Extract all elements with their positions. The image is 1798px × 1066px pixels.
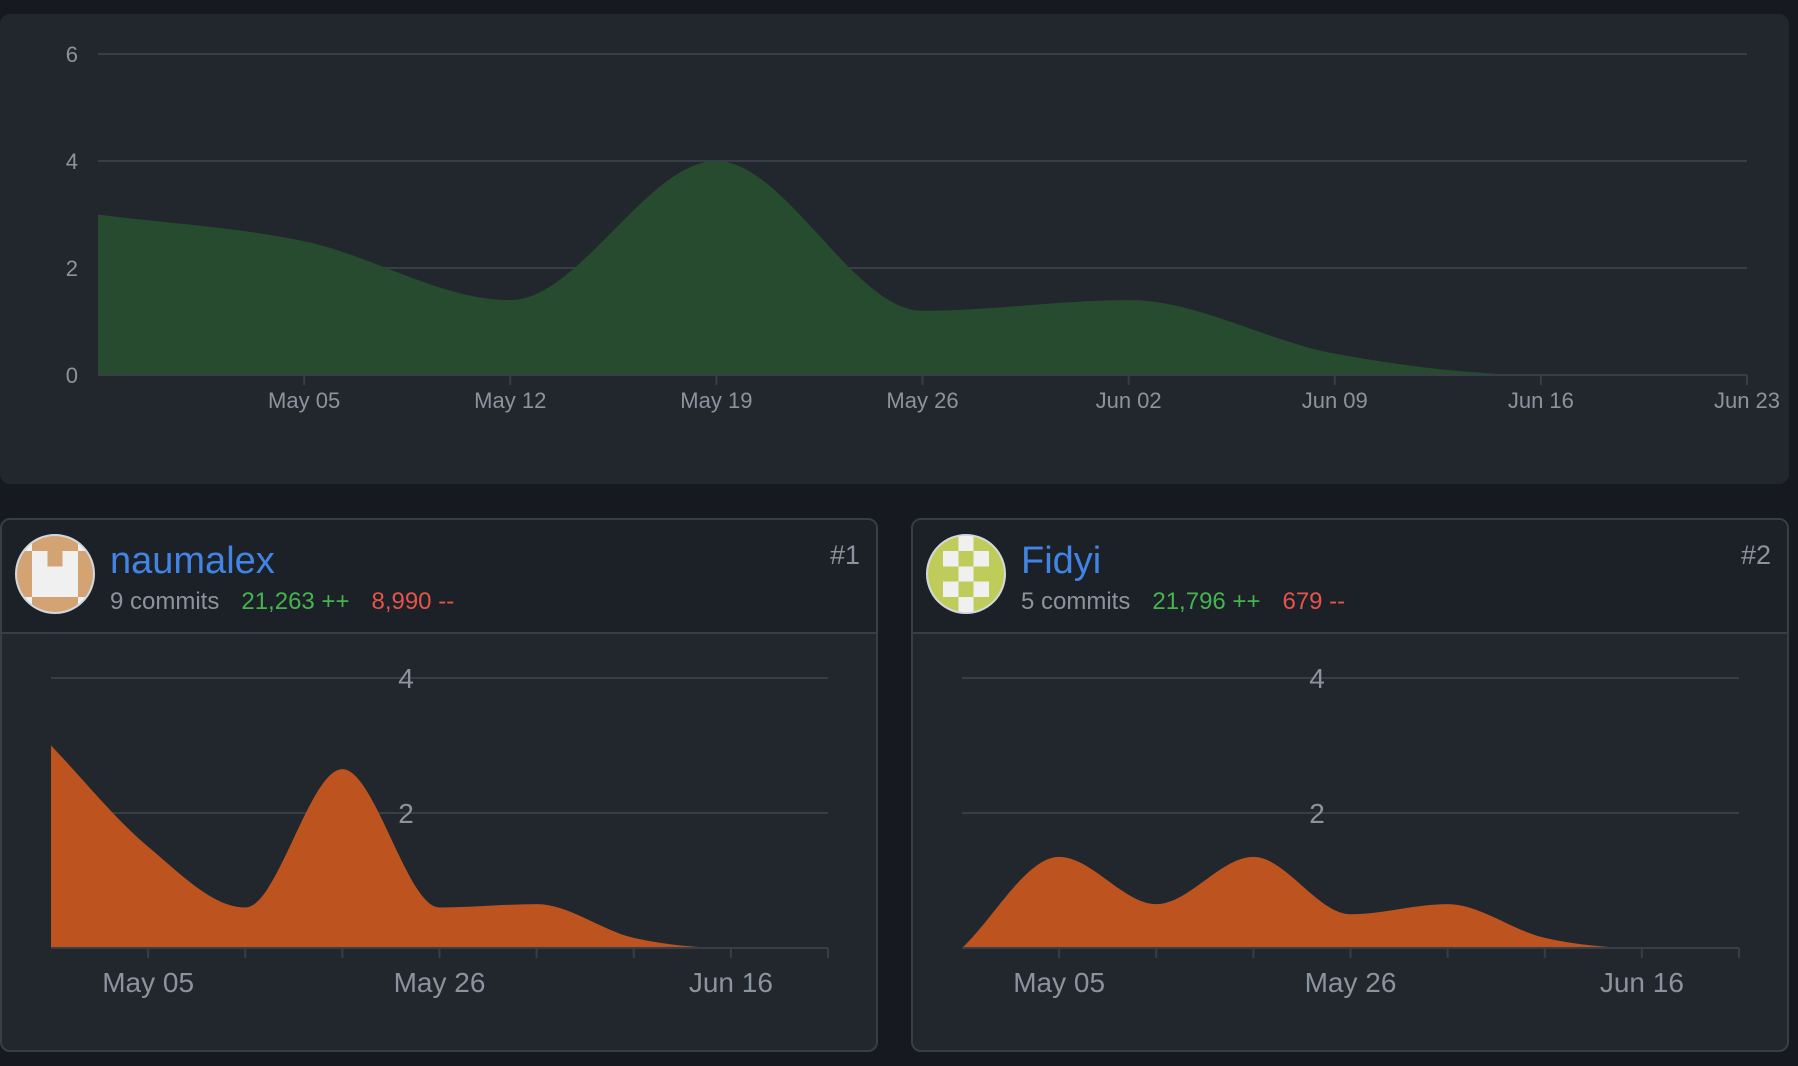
avatar-cell <box>973 536 989 552</box>
avatar[interactable] <box>926 534 1006 614</box>
avatar-cell <box>988 581 1004 597</box>
contributor-header-2: Fidyi 5 commits 21,796 ++ 679 -- #2 <box>913 520 1787 634</box>
x-tick-label: May 26 <box>394 967 486 998</box>
x-tick-label: Jun 02 <box>1096 388 1162 413</box>
contributor-card-2: Fidyi 5 commits 21,796 ++ 679 -- #2 2 4 May … <box>911 518 1789 1052</box>
x-tick-label: May 26 <box>886 388 958 413</box>
x-tick-label: Jun 16 <box>689 967 773 998</box>
y-tick-label: 2 <box>66 256 78 281</box>
avatar-cell <box>47 596 63 612</box>
x-tick-label: May 05 <box>102 967 194 998</box>
x-tick-label: May 12 <box>474 388 546 413</box>
avatar-cell <box>958 581 974 597</box>
y-tick-label: 2 <box>1309 798 1325 829</box>
contributor-stats: 9 commits 21,263 ++ 8,990 -- <box>110 588 476 616</box>
avatar-cell <box>62 536 78 552</box>
contributor-username[interactable]: Fidyi <box>1021 540 1101 583</box>
y-tick-label: 2 <box>398 798 414 829</box>
x-tick-label: Jun 16 <box>1508 388 1574 413</box>
y-tick-label: 4 <box>66 149 78 174</box>
avatar-cell <box>32 536 48 552</box>
contributor-header-1: naumalex 9 commits 21,263 ++ 8,990 -- #1 <box>2 520 876 634</box>
commit-count[interactable]: 9 commits <box>110 588 219 615</box>
identicon-icon <box>928 536 1004 612</box>
deletions-count: 8,990 -- <box>371 588 455 615</box>
avatar[interactable] <box>15 534 95 614</box>
commits-over-time-card: 0 2 4 6 May 05 May 12 May 19 May 26 Jun 02 Jun 09… <box>0 14 1789 484</box>
avatar-cell <box>77 566 93 582</box>
avatar-cell <box>17 581 33 597</box>
avatar-cell <box>988 551 1004 567</box>
contributor-rank: #2 <box>1740 540 1771 570</box>
avatar-cell <box>988 536 1004 552</box>
avatar-cell <box>77 581 93 597</box>
contributor-card-1: naumalex 9 commits 21,263 ++ 8,990 -- #1 2… <box>0 518 878 1052</box>
main-commits-chart: 0 2 4 6 May 05 May 12 May 19 May 26 Jun 02 Jun 09… <box>66 42 1780 413</box>
area-series <box>962 856 1739 948</box>
avatar-cell <box>928 581 944 597</box>
avatar-cell <box>62 596 78 612</box>
y-tick-label: 4 <box>398 663 414 694</box>
additions-count: 21,796 ++ <box>1152 588 1261 615</box>
avatar-cell <box>928 566 944 582</box>
avatar-cell <box>928 536 944 552</box>
x-tick-label: Jun 09 <box>1302 388 1368 413</box>
avatar-cell <box>973 566 989 582</box>
x-tick-label: May 05 <box>268 388 340 413</box>
x-tick-label: May 05 <box>1013 967 1105 998</box>
avatar-cell <box>77 551 93 567</box>
identicon-icon <box>17 536 93 612</box>
avatar-cell <box>17 566 33 582</box>
avatar-cell <box>943 566 959 582</box>
contributor-rank: #1 <box>829 540 860 570</box>
avatar-cell <box>47 536 63 552</box>
contributor-chart-2: 2 4 May 05 May 26 Jun 16 <box>962 663 1740 998</box>
deletions-count: 679 -- <box>1282 588 1346 615</box>
area-series <box>51 745 828 948</box>
x-tick-label: May 26 <box>1305 967 1397 998</box>
x-tick-label: Jun 23 <box>1714 388 1780 413</box>
avatar-cell <box>17 551 33 567</box>
avatar-cell <box>988 596 1004 612</box>
avatar-cell <box>958 551 974 567</box>
avatar-cell <box>943 596 959 612</box>
y-tick-label: 6 <box>66 42 78 67</box>
avatar-cell <box>973 596 989 612</box>
contributor-username[interactable]: naumalex <box>110 540 275 583</box>
avatar-cell <box>32 596 48 612</box>
y-tick-label: 0 <box>66 363 78 388</box>
avatar-cell <box>928 551 944 567</box>
contributor-stats: 5 commits 21,796 ++ 679 -- <box>1021 588 1367 616</box>
commit-count[interactable]: 5 commits <box>1021 588 1130 615</box>
additions-count: 21,263 ++ <box>241 588 350 615</box>
avatar-cell <box>928 596 944 612</box>
avatar-cell <box>988 566 1004 582</box>
contributor-chart-1: 2 4 May 05 May 26 Jun 16 <box>51 663 829 998</box>
y-tick-label: 4 <box>1309 663 1325 694</box>
x-tick-label: May 19 <box>680 388 752 413</box>
x-tick-label: Jun 16 <box>1600 967 1684 998</box>
avatar-cell <box>47 551 63 567</box>
avatar-cell <box>943 536 959 552</box>
